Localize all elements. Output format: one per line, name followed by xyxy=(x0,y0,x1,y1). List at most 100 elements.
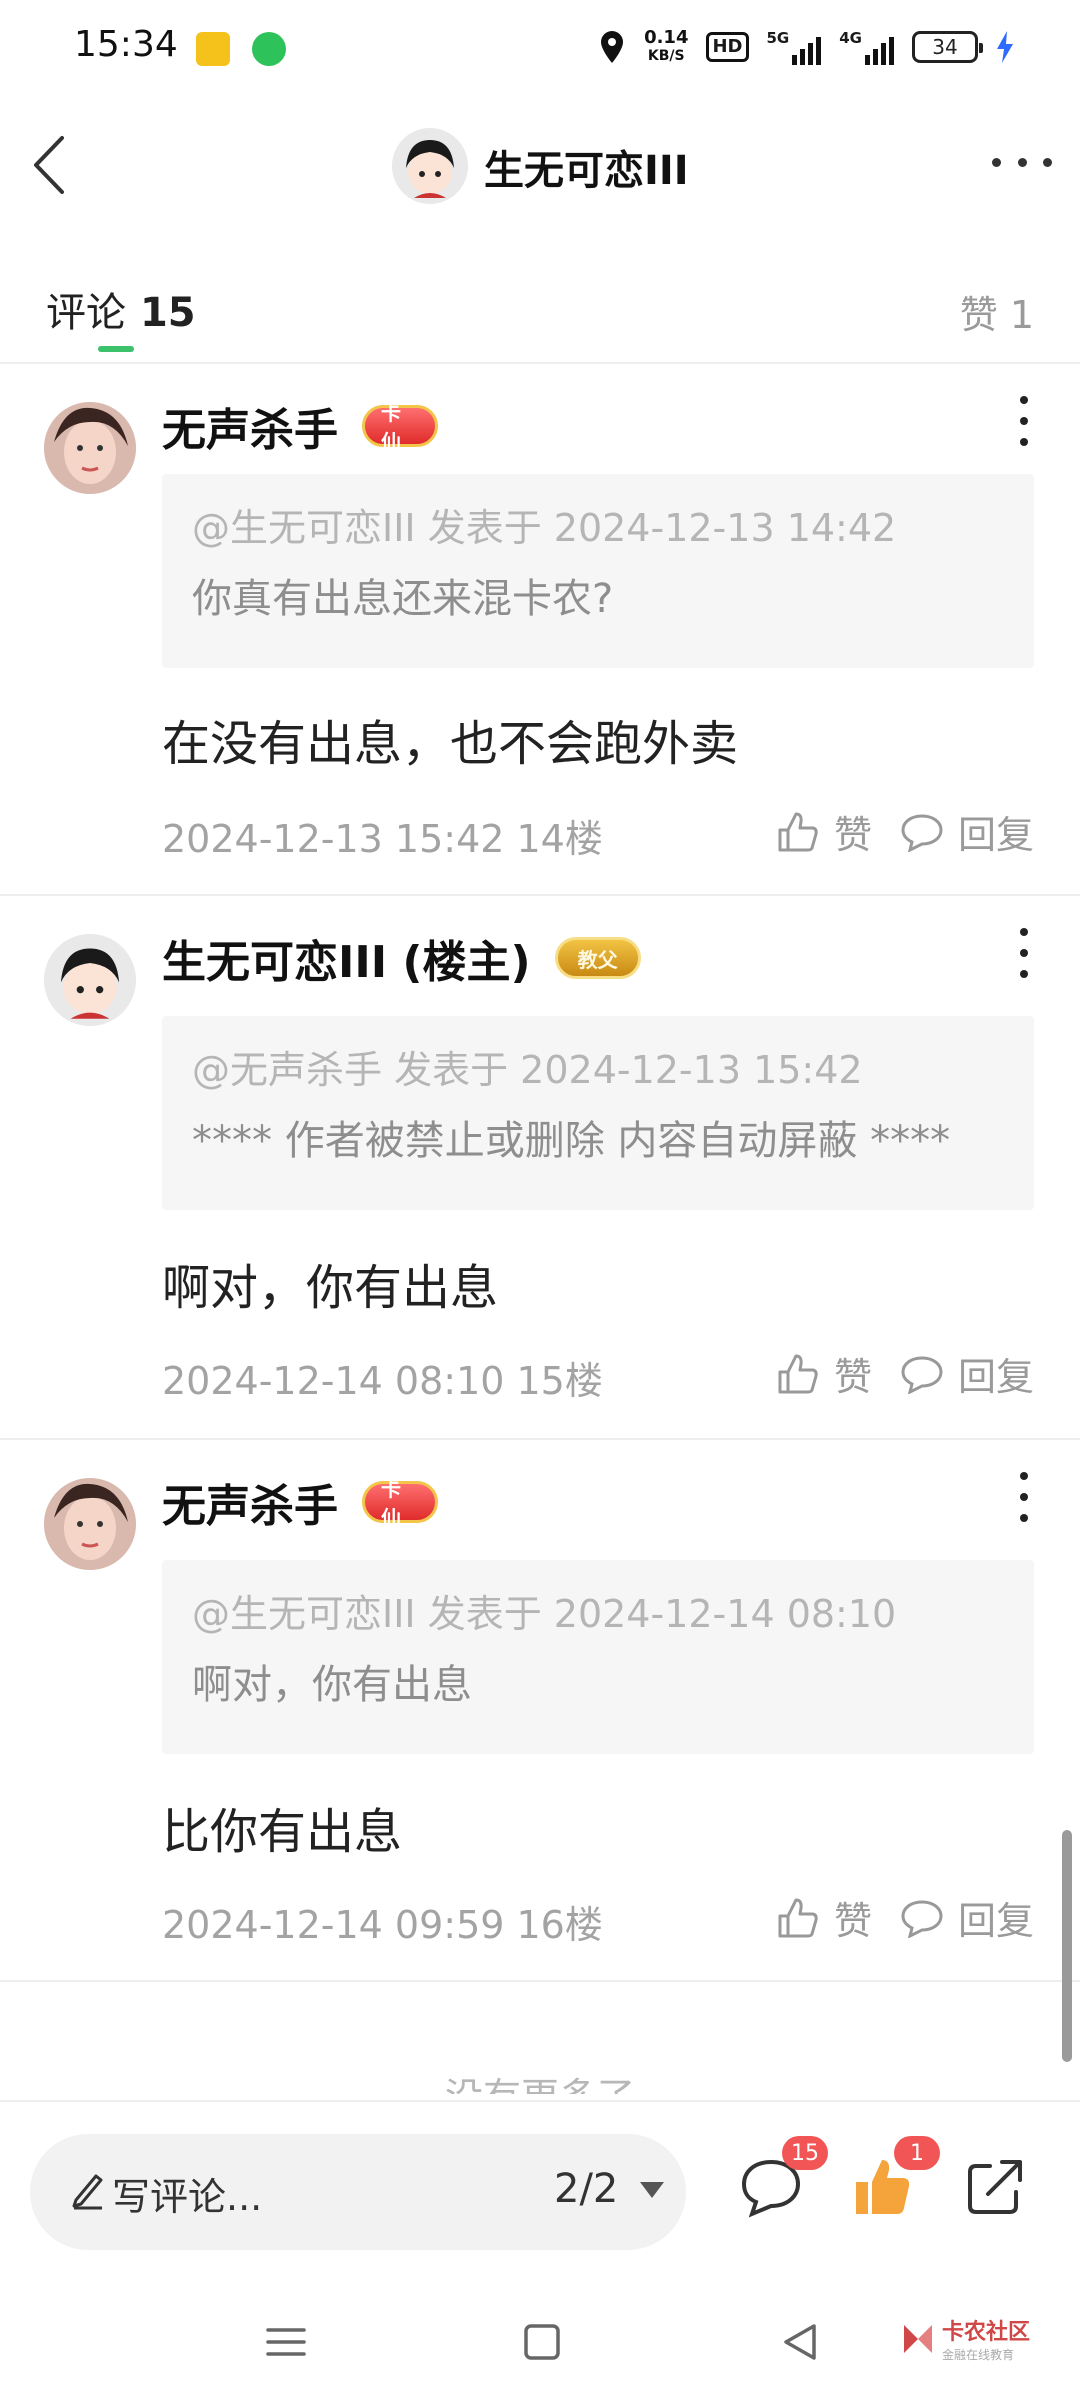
like-label: 赞 xyxy=(833,1355,872,1399)
home-icon[interactable] xyxy=(512,2312,572,2372)
comment-text: 啊对，你有出息 xyxy=(162,1260,499,1316)
comment-item: 生无可恋III (楼主) 教父 @无声杀手 发表于 2024-12-13 15:… xyxy=(0,898,1080,1440)
comment-meta: 2024-12-14 09:59 16楼 xyxy=(162,1903,603,1947)
reply-button[interactable]: 回复 xyxy=(900,1346,1034,1401)
comment-text: 比你有出息 xyxy=(162,1804,403,1860)
share-icon xyxy=(968,2160,1022,2214)
menu-icon[interactable] xyxy=(256,2312,316,2372)
thumbs-up-icon xyxy=(778,1898,818,1937)
thumbs-up-icon xyxy=(778,812,818,851)
quoted-comment[interactable]: @生无可恋III 发表于 2024-12-14 08:10 啊对，你有出息 xyxy=(162,1560,1034,1754)
author-name-title[interactable]: 生无可恋III xyxy=(484,138,689,196)
pencil-icon xyxy=(72,2174,103,2210)
comment-count-badge: 15 xyxy=(782,2136,828,2170)
comment-item: 无声杀手 卡仙 @生无可恋III 发表于 2024-12-13 14:42 你真… xyxy=(0,366,1080,896)
watermark: 卡农社区 金融在线教育 xyxy=(900,2314,1030,2363)
reply-label: 回复 xyxy=(957,1355,1034,1399)
cartoon-avatar-icon xyxy=(392,128,468,204)
commenter-avatar[interactable] xyxy=(44,402,136,494)
quote-meta: @生无可恋III 发表于 2024-12-13 14:42 xyxy=(192,506,897,550)
user-photo-avatar-icon xyxy=(44,1478,136,1570)
comment-more-icon[interactable] xyxy=(1014,396,1034,446)
quote-meta: @无声杀手 发表于 2024-12-13 15:42 xyxy=(192,1048,863,1092)
tab-comments[interactable]: 评论 15 xyxy=(46,280,196,338)
scrollbar[interactable] xyxy=(1062,1830,1072,2062)
commenter-avatar[interactable] xyxy=(44,1478,136,1570)
commenter-avatar[interactable] xyxy=(44,934,136,1026)
status-time: 15:34 xyxy=(74,24,178,65)
back-arrow-icon[interactable] xyxy=(22,130,82,200)
reply-label: 回复 xyxy=(957,1899,1034,1943)
reply-button[interactable]: 回复 xyxy=(900,1890,1034,1945)
bottom-action-bar: 写评论... 2/2 15 1 xyxy=(0,2100,1080,2270)
rank-badge: 卡仙 xyxy=(362,401,438,454)
page-indicator[interactable]: 2/2 xyxy=(554,2166,618,2212)
signal-5g-icon: 5G xyxy=(767,29,822,65)
status-bar: 15:34 0.14 KB/S HD 5G 4G 34 xyxy=(0,0,1080,96)
speech-bubble-icon xyxy=(901,1355,943,1394)
signal-4g-label: 4G xyxy=(839,29,862,47)
network-speed: 0.14 KB/S xyxy=(644,29,688,65)
kanong-logo-icon xyxy=(904,2324,932,2353)
tab-comments-label: 评论 xyxy=(46,290,126,336)
tab-likes[interactable]: 赞 1 xyxy=(960,284,1034,339)
chevron-down-icon[interactable] xyxy=(640,2182,664,2198)
tab-comments-count: 15 xyxy=(139,290,196,336)
share-button[interactable] xyxy=(960,2152,1030,2222)
commenter-name[interactable]: 生无可恋III (楼主) xyxy=(162,926,531,990)
signal-5g-label: 5G xyxy=(766,29,790,47)
more-options-icon[interactable] xyxy=(992,142,1052,182)
location-icon xyxy=(601,31,624,63)
like-button[interactable]: 赞 xyxy=(776,804,872,859)
commenter-name[interactable]: 无声杀手 xyxy=(162,394,338,458)
like-label: 赞 xyxy=(833,813,872,857)
no-more-text: 没有更多了 xyxy=(445,2075,635,2094)
author-avatar[interactable] xyxy=(392,128,468,204)
write-comment-placeholder: 写评论... xyxy=(112,2175,263,2219)
quote-text: 啊对，你有出息 xyxy=(192,1662,472,1708)
quote-meta: @生无可恋III 发表于 2024-12-14 08:10 xyxy=(192,1592,897,1636)
hd-indicator: HD xyxy=(706,32,749,62)
quote-text: **** 作者被禁止或删除 内容自动屏蔽 **** xyxy=(192,1118,951,1164)
watermark-subtitle: 金融在线教育 xyxy=(942,2348,1015,2362)
comment-text: 在没有出息，也不会跑外卖 xyxy=(162,716,739,772)
rank-badge: 教父 xyxy=(554,937,641,979)
comment-meta: 2024-12-14 08:10 15楼 xyxy=(162,1359,603,1403)
signal-4g-icon: 4G xyxy=(839,29,894,65)
cartoon-avatar-icon xyxy=(44,934,136,1026)
back-triangle-icon[interactable] xyxy=(770,2312,830,2372)
reply-button[interactable]: 回复 xyxy=(900,804,1034,859)
quoted-comment[interactable]: @无声杀手 发表于 2024-12-13 15:42 **** 作者被禁止或删除… xyxy=(162,1016,1034,1210)
comments-button[interactable]: 15 xyxy=(736,2136,828,2222)
post-header: 生无可恋III xyxy=(0,100,1080,230)
comment-more-icon[interactable] xyxy=(1014,928,1034,978)
network-speed-unit: KB/S xyxy=(647,48,685,64)
thumbs-up-icon xyxy=(778,1354,818,1393)
system-nav-bar: 卡农社区 金融在线教育 xyxy=(0,2270,1080,2408)
active-tab-indicator xyxy=(98,346,134,352)
no-more-indicator: 没有更多了 xyxy=(0,2072,1080,2094)
wechat-notification-icon xyxy=(252,32,286,66)
commenter-name[interactable]: 无声杀手 xyxy=(162,1470,338,1534)
battery-icon: 34 xyxy=(912,31,983,63)
like-button[interactable]: 赞 xyxy=(776,1890,872,1945)
watermark-title: 卡农社区 xyxy=(942,2320,1031,2345)
comment-item: 无声杀手 卡仙 @生无可恋III 发表于 2024-12-14 08:10 啊对… xyxy=(0,1442,1080,1982)
like-button[interactable]: 赞 xyxy=(776,1346,872,1401)
speech-bubble-icon xyxy=(901,813,943,852)
rank-badge: 卡仙 xyxy=(362,1477,438,1530)
comment-tabs: 评论 15 赞 1 xyxy=(0,270,1080,364)
write-comment-input[interactable]: 写评论... 2/2 xyxy=(30,2134,686,2250)
user-photo-avatar-icon xyxy=(44,402,136,494)
like-count-badge: 1 xyxy=(894,2136,940,2170)
speech-bubble-icon xyxy=(901,1899,943,1938)
comment-meta: 2024-12-13 15:42 14楼 xyxy=(162,817,603,861)
like-post-button[interactable]: 1 xyxy=(848,2136,940,2222)
quoted-comment[interactable]: @生无可恋III 发表于 2024-12-13 14:42 你真有出息还来混卡农… xyxy=(162,474,1034,668)
battery-level: 34 xyxy=(932,35,958,59)
comment-more-icon[interactable] xyxy=(1014,1472,1034,1522)
quote-text: 你真有出息还来混卡农? xyxy=(192,576,614,622)
like-label: 赞 xyxy=(833,1899,872,1943)
app-notification-icon xyxy=(196,32,230,66)
charging-icon xyxy=(997,31,1013,63)
